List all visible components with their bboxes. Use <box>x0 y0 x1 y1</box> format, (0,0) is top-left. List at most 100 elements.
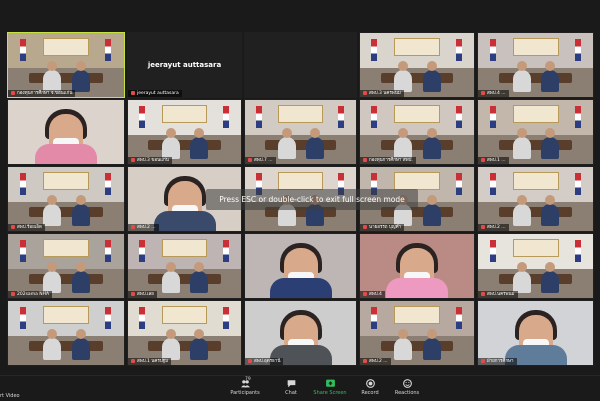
person-figure <box>161 127 180 159</box>
mic-muted-icon <box>363 157 367 162</box>
participant-video-tile[interactable]: สพป.2 ... <box>359 300 475 366</box>
participant-video-tile[interactable]: สพป.2 ... <box>477 166 594 232</box>
chat-button[interactable]: Chat <box>280 378 302 400</box>
participant-video-tile[interactable]: กองทุนการศึกษา จ.ขอนแก่น <box>7 32 125 98</box>
flag-icon <box>222 240 229 263</box>
participant-video-tile[interactable] <box>7 99 125 165</box>
participant-video-tile[interactable] <box>7 300 125 366</box>
office-sign <box>278 105 323 124</box>
participant-video-tile[interactable]: สพป.7 ... <box>244 99 357 165</box>
meeting-table <box>498 206 573 217</box>
flag-icon <box>139 106 146 129</box>
participant-video-tile[interactable]: สพป.1 ... <box>477 99 594 165</box>
reactions-button[interactable]: Reactions <box>392 378 422 400</box>
reactions-label: Reactions <box>394 390 420 396</box>
office-sign <box>42 38 90 57</box>
person-figure <box>42 328 61 360</box>
mic-muted-icon <box>11 291 15 296</box>
participant-name-label: สพป.1 ... <box>478 157 509 164</box>
meeting-table <box>498 72 573 83</box>
flag-icon <box>371 307 378 330</box>
participant-video-tile[interactable]: กองทุนการศึกษา สพป. <box>359 99 475 165</box>
person-figure <box>190 127 209 159</box>
participant-video-tile[interactable]: สพป.นครพนม <box>477 233 594 299</box>
flag-icon <box>222 307 229 330</box>
mic-muted-icon <box>363 90 367 95</box>
flag-icon <box>371 106 378 129</box>
meeting-table <box>380 139 454 150</box>
office-sign <box>512 172 559 191</box>
participant-name-text: jeerayut auttasara <box>137 91 179 96</box>
participant-name-label: สพป.เลย <box>128 291 157 298</box>
flag-icon <box>574 39 581 62</box>
participant-video-tile[interactable]: สพป.อุดรธานี <box>244 300 357 366</box>
office-sign <box>42 239 90 258</box>
person-figure <box>190 328 209 360</box>
participant-video-tile[interactable]: สพป.4 ... <box>477 32 594 98</box>
participant-body <box>386 278 448 298</box>
participant-video-tile[interactable]: 202sama NHA <box>7 233 125 299</box>
office-sign <box>394 38 440 57</box>
meeting-table <box>148 340 221 351</box>
flag-icon <box>139 307 146 330</box>
record-button[interactable]: Record <box>358 378 382 400</box>
participant-video-tile[interactable]: ฝ่ายการศึกษา <box>477 300 594 366</box>
start-video-label: rt Video <box>0 393 20 399</box>
participant-name-text: สพป.7 ... <box>254 158 273 163</box>
participant-video-tile[interactable]: สพป.3 ขอนแก่น <box>127 99 242 165</box>
participant-video-tile[interactable] <box>244 32 357 98</box>
office-sign <box>394 105 440 124</box>
person-figure <box>161 261 180 293</box>
flag-icon <box>105 240 112 263</box>
participant-video-tile[interactable]: สพป.3 นครพนม <box>359 32 475 98</box>
flag-icon <box>489 240 496 263</box>
participant-name-label: สพป.นครพนม <box>478 291 518 298</box>
flag-icon <box>105 307 112 330</box>
participant-video-tile[interactable]: สพป.1 นครปฐม <box>127 300 242 366</box>
participant-name-text: สพป.4 <box>369 292 382 297</box>
participant-video-tile[interactable]: สพป.เลย <box>127 233 242 299</box>
office-sign <box>512 38 559 57</box>
person-figure <box>42 60 61 92</box>
participant-name-label: สพป.4 <box>360 291 385 298</box>
mic-muted-icon <box>363 224 367 229</box>
meeting-table <box>264 139 337 150</box>
start-video-button[interactable]: rt Video <box>0 393 20 399</box>
person-figure <box>161 328 180 360</box>
person-figure <box>422 127 441 159</box>
person-figure <box>42 194 61 226</box>
participant-name-text: สพป.2 ... <box>369 359 388 364</box>
share-screen-button[interactable]: Share Screen <box>312 378 348 400</box>
person-figure <box>394 60 413 92</box>
flag-icon <box>574 106 581 129</box>
office-sign <box>512 105 559 124</box>
flag-icon <box>489 173 496 196</box>
participant-name-text: สพป.ร้อยเอ็ด <box>17 225 42 230</box>
person-figure <box>42 261 61 293</box>
participant-video-tile[interactable]: สพป.ร้อยเอ็ด <box>7 166 125 232</box>
mic-muted-icon <box>248 157 252 162</box>
person-figure <box>306 127 325 159</box>
participant-name-label: สพป.1 นครปฐม <box>128 358 172 365</box>
flag-icon <box>139 240 146 263</box>
participant-name-label: ฝ่ายการศึกษา <box>478 358 517 365</box>
participant-name-text: สพป.นครพนม <box>487 292 515 297</box>
meeting-table <box>28 206 104 217</box>
record-icon <box>365 379 375 388</box>
office-sign <box>278 172 323 191</box>
participant-video-tile[interactable] <box>244 233 357 299</box>
person-figure <box>71 194 90 226</box>
participants-label: Participants <box>230 390 260 396</box>
flag-icon <box>455 307 462 330</box>
participant-video-tile[interactable]: สพป.4 <box>359 233 475 299</box>
person-figure <box>541 60 560 92</box>
flag-icon <box>455 173 462 196</box>
participant-video-tile[interactable]: jeerayut auttasara jeerayut auttasara <box>127 32 242 98</box>
person-figure <box>422 328 441 360</box>
participants-button[interactable]: 79 Participants <box>228 377 262 400</box>
office-sign <box>512 239 559 258</box>
mic-muted-icon <box>131 90 135 95</box>
person-figure <box>71 60 90 92</box>
person-figure <box>71 328 90 360</box>
participant-name-label: กองทุนการศึกษา จ.ขอนแก่น <box>8 90 76 97</box>
